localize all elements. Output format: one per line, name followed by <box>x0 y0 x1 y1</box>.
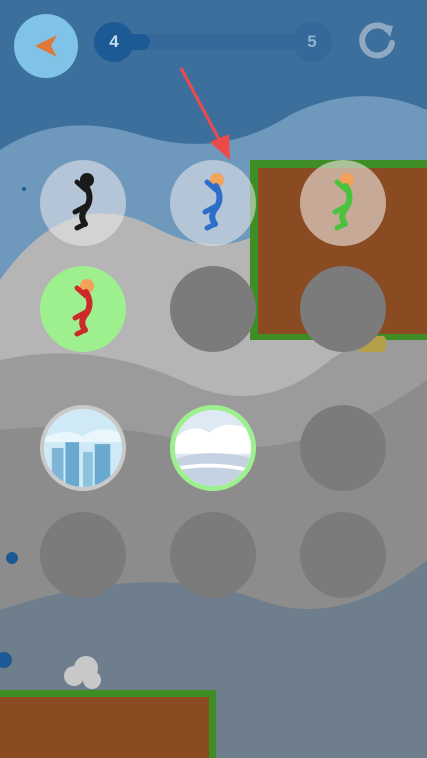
grass-right-lower <box>209 690 216 758</box>
character-option[interactable] <box>40 266 126 352</box>
restart-icon <box>359 22 395 59</box>
back-arrow-icon <box>35 35 57 57</box>
top-bar: 4 5 <box>0 0 427 90</box>
back-button[interactable] <box>14 14 78 78</box>
locked-slot[interactable] <box>300 266 386 352</box>
locked-slot[interactable] <box>170 512 256 598</box>
background-option[interactable] <box>170 405 256 491</box>
character-option[interactable] <box>300 160 386 246</box>
blue-dot <box>6 552 18 564</box>
blue-speck <box>22 187 26 191</box>
stickman-icon <box>72 173 94 231</box>
stickman-icon <box>332 173 354 231</box>
character-option[interactable] <box>40 160 126 246</box>
grass-top-lower <box>0 690 216 697</box>
background-option[interactable] <box>40 405 126 491</box>
locked-slot[interactable] <box>170 266 256 352</box>
dirt-block-lower <box>0 690 216 758</box>
next-level-number: 5 <box>292 22 332 62</box>
stickman-icon <box>202 173 224 231</box>
character-option[interactable] <box>170 160 256 246</box>
restart-button[interactable] <box>354 18 400 64</box>
level-progress-bar <box>104 34 318 50</box>
game-background <box>0 0 427 758</box>
stickman-icon <box>72 279 94 337</box>
locked-slot[interactable] <box>300 512 386 598</box>
locked-slot[interactable] <box>40 512 126 598</box>
current-level-number: 4 <box>94 22 134 62</box>
locked-slot[interactable] <box>300 405 386 491</box>
clouds-background-icon <box>175 410 251 486</box>
city-background-icon <box>44 409 122 487</box>
